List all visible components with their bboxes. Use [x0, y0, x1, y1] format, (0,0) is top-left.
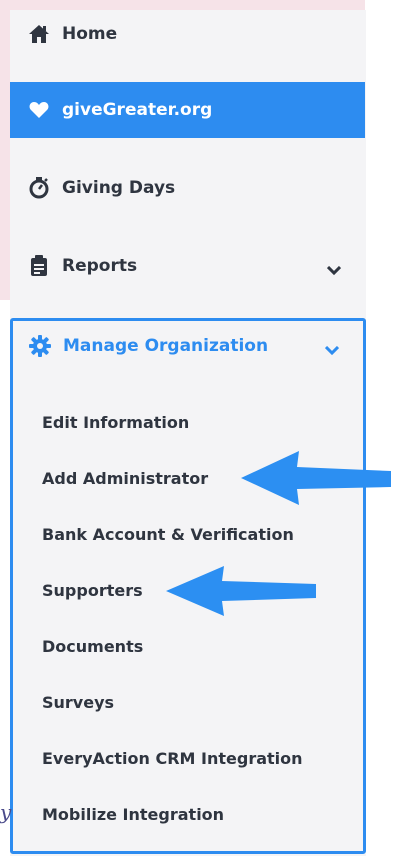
clipboard-icon: [28, 255, 50, 277]
arrow-left-icon: [241, 451, 391, 505]
stopwatch-icon: [28, 177, 50, 199]
submenu-supporters[interactable]: Supporters: [42, 581, 143, 600]
submenu-documents[interactable]: Documents: [42, 637, 143, 656]
submenu-bank-account-verification[interactable]: Bank Account & Verification: [42, 525, 294, 544]
nav-item-home[interactable]: Home: [10, 6, 365, 62]
nav-item-giving-days[interactable]: Giving Days: [10, 160, 365, 216]
submenu-edit-information[interactable]: Edit Information: [42, 413, 189, 432]
gear-icon: [29, 335, 51, 357]
nav-item-manage-organization[interactable]: Manage Organization: [13, 321, 363, 371]
submenu-add-administrator[interactable]: Add Administrator: [42, 469, 208, 488]
submenu-surveys[interactable]: Surveys: [42, 693, 114, 712]
nav-item-reports[interactable]: Reports: [10, 238, 365, 294]
heart-icon: [28, 99, 50, 121]
nav-item-givegreater-label: giveGreater.org: [62, 100, 213, 120]
nav-item-reports-label: Reports: [62, 256, 138, 276]
page-background-right: [365, 0, 394, 856]
nav-item-home-label: Home: [62, 24, 118, 44]
nav-item-givegreater[interactable]: giveGreater.org: [10, 82, 365, 138]
chevron-down-icon[interactable]: [326, 261, 342, 281]
home-icon: [28, 23, 50, 45]
arrow-left-icon: [166, 566, 316, 616]
nav-item-giving-days-label: Giving Days: [62, 178, 176, 198]
submenu-mobilize-integration[interactable]: Mobilize Integration: [42, 805, 224, 824]
submenu-everyaction-crm-integration[interactable]: EveryAction CRM Integration: [42, 749, 303, 768]
manage-organization-label: Manage Organization: [63, 336, 269, 356]
edge-text: y: [0, 800, 12, 824]
chevron-down-icon[interactable]: [324, 341, 340, 361]
